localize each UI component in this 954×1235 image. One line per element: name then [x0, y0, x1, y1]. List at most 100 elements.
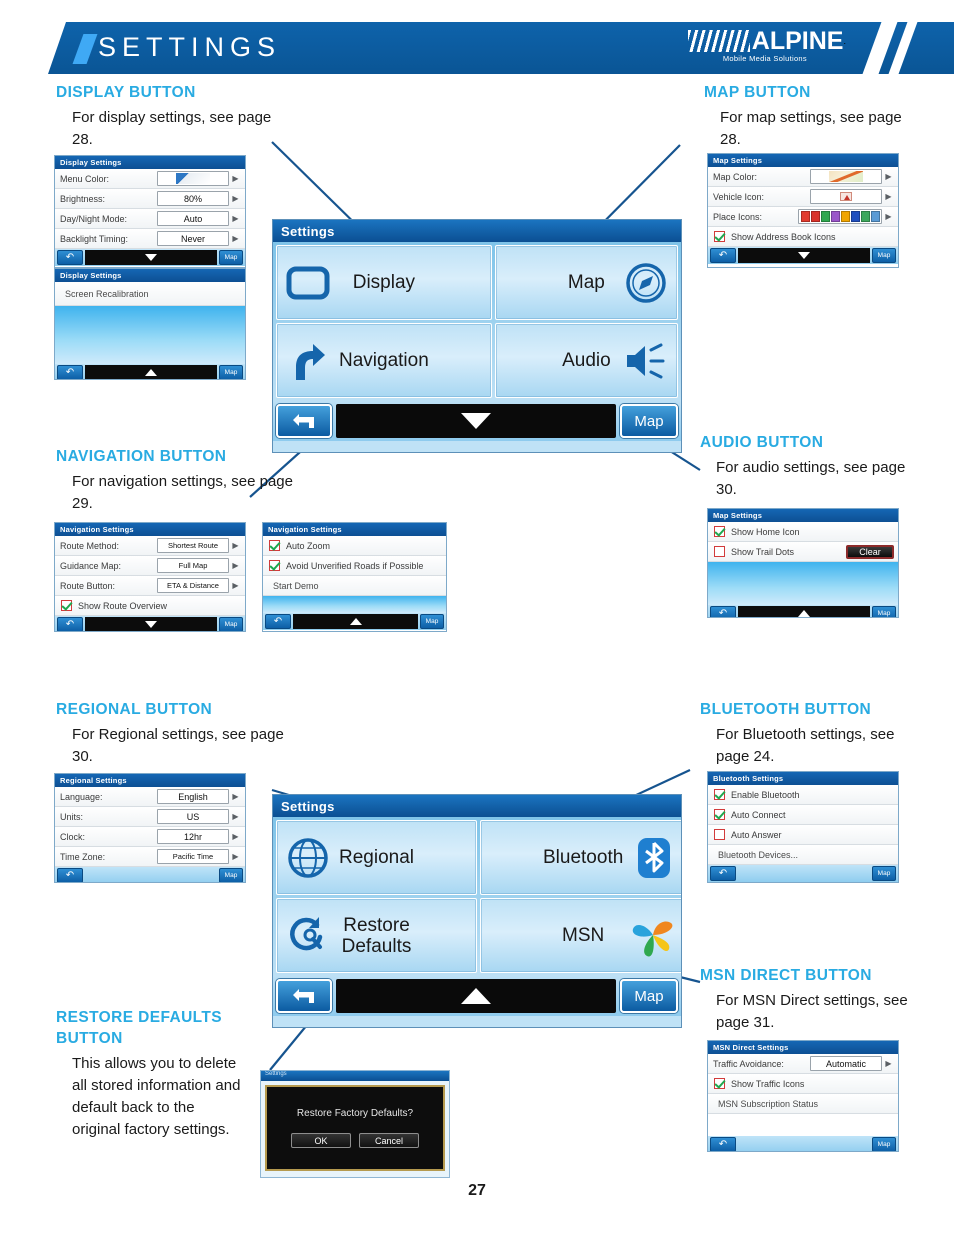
back-button[interactable]: ↶ — [57, 868, 83, 882]
scroll-up-strip[interactable] — [293, 614, 418, 629]
chevron-right-icon[interactable]: ▶ — [229, 852, 242, 861]
setting-row-menu-color[interactable]: Menu Color: ▶ — [55, 169, 245, 189]
map-button[interactable]: Map — [872, 248, 896, 263]
chevron-right-icon[interactable]: ▶ — [229, 234, 242, 243]
chevron-right-icon[interactable]: ▶ — [229, 792, 242, 801]
setting-value[interactable] — [810, 189, 882, 204]
chevron-right-icon[interactable]: ▶ — [229, 214, 242, 223]
setting-row-place-icons[interactable]: Place Icons: ▶ — [708, 207, 898, 227]
setting-value[interactable] — [157, 171, 229, 186]
cancel-button[interactable]: Cancel — [359, 1133, 419, 1148]
chevron-right-icon[interactable]: ▶ — [882, 212, 895, 221]
setting-row-enable-bluetooth[interactable]: Enable Bluetooth — [708, 785, 898, 805]
setting-row-route-button[interactable]: Route Button: ETA & Distance ▶ — [55, 576, 245, 596]
map-button[interactable]: Map — [872, 606, 896, 617]
setting-row-show-route-overview[interactable]: Show Route Overview — [55, 596, 245, 616]
scroll-up-strip[interactable] — [738, 606, 870, 617]
clear-button[interactable]: Clear — [846, 544, 894, 559]
back-button[interactable]: ↶ — [265, 614, 291, 629]
scroll-up-strip[interactable] — [336, 979, 616, 1013]
back-button[interactable]: ↶ — [57, 250, 83, 265]
setting-row-auto-zoom[interactable]: Auto Zoom — [263, 536, 446, 556]
back-button[interactable] — [276, 979, 332, 1013]
setting-row-guidance-map[interactable]: Guidance Map: Full Map ▶ — [55, 556, 245, 576]
chevron-right-icon[interactable]: ▶ — [229, 174, 242, 183]
setting-row-backlight-timing[interactable]: Backlight Timing: Never ▶ — [55, 229, 245, 249]
setting-row-show-traffic-icons[interactable]: Show Traffic Icons — [708, 1074, 898, 1094]
checkbox-checked-icon[interactable] — [269, 540, 280, 551]
tile-regional[interactable]: Regional — [276, 820, 477, 895]
setting-row-time-zone[interactable]: Time Zone: Pacific Time ▶ — [55, 847, 245, 867]
back-button[interactable]: ↶ — [710, 248, 736, 263]
chevron-right-icon[interactable]: ▶ — [229, 832, 242, 841]
chevron-right-icon[interactable]: ▶ — [882, 172, 895, 181]
checkbox-checked-icon[interactable] — [714, 526, 725, 537]
tile-map[interactable]: Map — [494, 245, 678, 320]
setting-value[interactable] — [810, 169, 882, 184]
setting-value[interactable] — [798, 209, 882, 224]
setting-value[interactable]: US — [157, 809, 229, 824]
map-button[interactable]: Map — [872, 866, 896, 881]
chevron-right-icon[interactable]: ▶ — [229, 812, 242, 821]
setting-row-map-color[interactable]: Map Color: ▶ — [708, 167, 898, 187]
map-button[interactable]: Map — [219, 617, 243, 631]
setting-row-vehicle-icon[interactable]: Vehicle Icon: ▶ — [708, 187, 898, 207]
setting-value[interactable]: Full Map — [157, 558, 229, 573]
map-button[interactable]: Map — [219, 365, 243, 379]
chevron-right-icon[interactable]: ▶ — [229, 541, 242, 550]
chevron-right-icon[interactable]: ▶ — [229, 561, 242, 570]
map-button[interactable]: Map — [620, 979, 678, 1013]
checkbox-unchecked-icon[interactable] — [714, 829, 725, 840]
map-button[interactable]: Map — [219, 868, 243, 882]
setting-row-language[interactable]: Language: English ▶ — [55, 787, 245, 807]
checkbox-checked-icon[interactable] — [714, 1078, 725, 1089]
back-button[interactable]: ↶ — [710, 1137, 736, 1151]
setting-row-screen-recalibration[interactable]: Screen Recalibration — [55, 282, 245, 306]
setting-value[interactable]: 12hr — [157, 829, 229, 844]
ok-button[interactable]: OK — [291, 1133, 351, 1148]
setting-row-day-night-mode[interactable]: Day/Night Mode: Auto ▶ — [55, 209, 245, 229]
map-button[interactable]: Map — [620, 404, 678, 438]
setting-row-show-home-icon[interactable]: Show Home Icon — [708, 522, 898, 542]
checkbox-unchecked-icon[interactable] — [714, 546, 725, 557]
setting-value[interactable]: ETA & Distance — [157, 578, 229, 593]
setting-value[interactable]: Automatic — [810, 1056, 882, 1071]
back-button[interactable]: ↶ — [710, 606, 736, 617]
setting-row-show-trail-dots[interactable]: Show Trail Dots Clear — [708, 542, 898, 562]
setting-row-units[interactable]: Units: US ▶ — [55, 807, 245, 827]
checkbox-checked-icon[interactable] — [714, 809, 725, 820]
chevron-right-icon[interactable]: ▶ — [229, 581, 242, 590]
chevron-right-icon[interactable]: ▶ — [882, 1059, 895, 1068]
tile-bluetooth[interactable]: Bluetooth — [480, 820, 681, 895]
chevron-right-icon[interactable]: ▶ — [229, 194, 242, 203]
chevron-right-icon[interactable]: ▶ — [882, 192, 895, 201]
scroll-down-strip[interactable] — [85, 250, 217, 265]
scroll-up-strip[interactable] — [85, 365, 217, 379]
tile-audio[interactable]: Audio — [494, 323, 678, 398]
setting-row-auto-answer[interactable]: Auto Answer — [708, 825, 898, 845]
scroll-down-strip[interactable] — [336, 404, 616, 438]
map-button[interactable]: Map — [872, 1137, 896, 1151]
setting-row-auto-connect[interactable]: Auto Connect — [708, 805, 898, 825]
setting-value[interactable]: Auto — [157, 211, 229, 226]
back-button[interactable]: ↶ — [57, 365, 83, 379]
tile-navigation[interactable]: Navigation — [276, 323, 492, 398]
setting-row-avoid-unverified-roads[interactable]: Avoid Unverified Roads if Possible — [263, 556, 446, 576]
scroll-down-strip[interactable] — [85, 617, 217, 631]
setting-row-bluetooth-devices[interactable]: Bluetooth Devices... — [708, 845, 898, 865]
checkbox-checked-icon[interactable] — [269, 560, 280, 571]
setting-value[interactable]: Pacific Time — [157, 849, 229, 864]
setting-row-traffic-avoidance[interactable]: Traffic Avoidance: Automatic ▶ — [708, 1054, 898, 1074]
setting-value[interactable]: English — [157, 789, 229, 804]
map-button[interactable]: Map — [219, 250, 243, 265]
back-button[interactable] — [276, 404, 332, 438]
checkbox-checked-icon[interactable] — [714, 789, 725, 800]
back-button[interactable]: ↶ — [710, 866, 736, 881]
tile-display[interactable]: Display — [276, 245, 492, 320]
setting-value[interactable]: Shortest Route — [157, 538, 229, 553]
checkbox-checked-icon[interactable] — [61, 600, 72, 611]
back-button[interactable]: ↶ — [57, 617, 83, 631]
checkbox-checked-icon[interactable] — [714, 231, 725, 242]
setting-row-clock[interactable]: Clock: 12hr ▶ — [55, 827, 245, 847]
setting-value[interactable]: 80% — [157, 191, 229, 206]
